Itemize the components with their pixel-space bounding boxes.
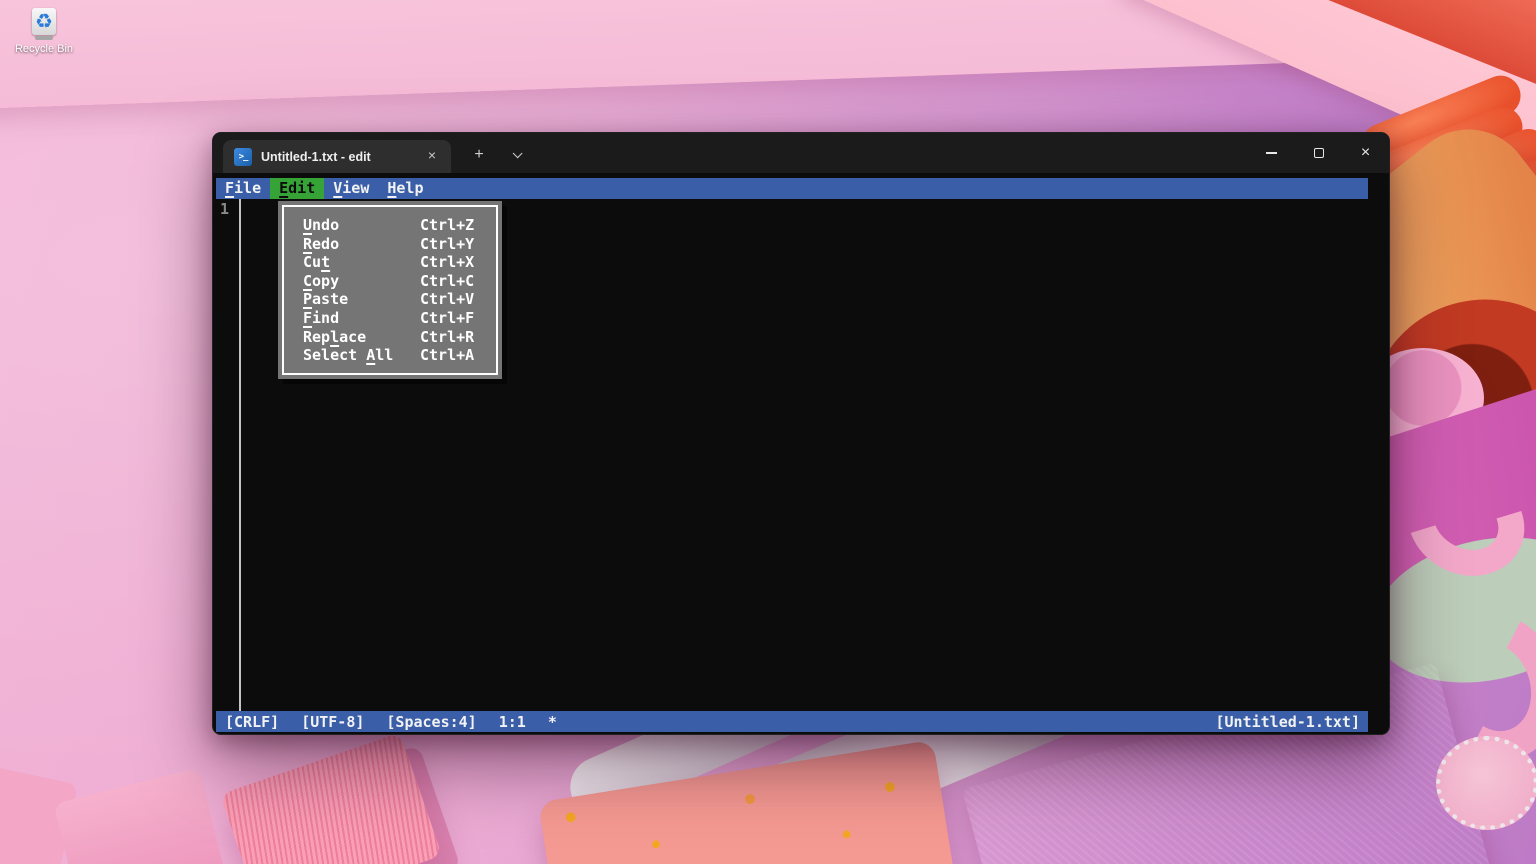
menubar: FileEditViewHelp xyxy=(216,178,1368,199)
chevron-down-icon xyxy=(512,148,522,158)
edit-menu: UndoCtrl+ZRedoCtrl+YCutCtrl+XCopyCtrl+CP… xyxy=(278,201,502,379)
statusbar: [CRLF] [UTF-8] [Spaces:4] 1:1 * [Untitled-1.… xyxy=(216,711,1368,732)
status--utf-8-[interactable]: [UTF-8] xyxy=(301,713,364,731)
edit-menu-item-undo[interactable]: UndoCtrl+Z xyxy=(284,216,496,235)
maximize-button[interactable] xyxy=(1295,133,1342,173)
menu-item-label: Paste xyxy=(303,290,420,309)
edit-menu-item-copy[interactable]: CopyCtrl+C xyxy=(284,272,496,291)
menu-item-shortcut: Ctrl+A xyxy=(420,346,474,365)
menu-item-shortcut: Ctrl+F xyxy=(420,309,474,328)
wallpaper-shape xyxy=(53,768,229,864)
status--: * xyxy=(548,713,557,731)
minimize-icon xyxy=(1266,152,1277,154)
tab-dropdown-button[interactable] xyxy=(501,142,529,168)
new-tab-button[interactable]: + xyxy=(465,142,493,168)
close-button[interactable]: × xyxy=(1342,133,1389,173)
menubar-item-help[interactable]: Help xyxy=(378,178,432,199)
menu-item-label: Undo xyxy=(303,216,420,235)
status--spaces-4-[interactable]: [Spaces:4] xyxy=(386,713,476,731)
status-1-1[interactable]: 1:1 xyxy=(499,713,526,731)
recycle-bin-art: ♻ xyxy=(30,8,58,40)
edit-menu-inner: UndoCtrl+ZRedoCtrl+YCutCtrl+XCopyCtrl+CP… xyxy=(282,205,498,375)
menu-item-shortcut: Ctrl+X xyxy=(420,253,474,272)
powershell-icon: >_ xyxy=(234,148,252,166)
edit-menu-item-cut[interactable]: CutCtrl+X xyxy=(284,253,496,272)
menu-item-shortcut: Ctrl+Y xyxy=(420,235,474,254)
menu-item-shortcut: Ctrl+R xyxy=(420,328,474,347)
statusbar-left: [CRLF] [UTF-8] [Spaces:4] 1:1 * xyxy=(216,713,557,731)
edit-menu-item-redo[interactable]: RedoCtrl+Y xyxy=(284,235,496,254)
recycle-bin-label: Recycle Bin xyxy=(8,43,80,55)
menu-item-label: Redo xyxy=(303,235,420,254)
edit-menu-item-replace[interactable]: ReplaceCtrl+R xyxy=(284,328,496,347)
menu-item-label: Find xyxy=(303,309,420,328)
menu-item-label: Copy xyxy=(303,272,420,291)
edit-menu-item-select-all[interactable]: Select AllCtrl+A xyxy=(284,346,496,365)
bin-base xyxy=(35,36,53,40)
line-number: 1 xyxy=(220,200,229,218)
menubar-item-view[interactable]: View xyxy=(324,178,378,199)
menu-item-label: Select All xyxy=(303,346,420,365)
tab-close-button[interactable]: × xyxy=(421,145,443,167)
terminal-tab[interactable]: >_ Untitled-1.txt - edit × xyxy=(223,140,451,173)
status--crlf-[interactable]: [CRLF] xyxy=(225,713,279,731)
maximize-icon xyxy=(1314,148,1324,158)
menu-item-shortcut: Ctrl+C xyxy=(420,272,474,291)
menu-item-label: Replace xyxy=(303,328,420,347)
wallpaper-shape xyxy=(1436,736,1536,830)
menu-item-shortcut: Ctrl+Z xyxy=(420,216,474,235)
desktop: ♻ Recycle Bin >_ Untitled-1.txt - edit ×… xyxy=(0,0,1536,864)
minimize-button[interactable] xyxy=(1248,133,1295,173)
menubar-item-file[interactable]: File xyxy=(216,178,270,199)
recycle-icon: ♻ xyxy=(30,9,58,35)
menu-item-shortcut: Ctrl+V xyxy=(420,290,474,309)
wallpaper-shape xyxy=(220,733,442,864)
menu-item-label: Cut xyxy=(303,253,420,272)
edit-menu-item-paste[interactable]: PasteCtrl+V xyxy=(284,290,496,309)
menubar-item-edit[interactable]: Edit xyxy=(270,178,324,199)
titlebar[interactable]: >_ Untitled-1.txt - edit × + × xyxy=(213,133,1389,173)
window-controls: × xyxy=(1248,133,1389,173)
tab-title: Untitled-1.txt - edit xyxy=(261,150,371,164)
recycle-bin-icon[interactable]: ♻ Recycle Bin xyxy=(8,8,80,55)
status-filename[interactable]: [Untitled-1.txt] xyxy=(1216,713,1369,731)
gutter-separator xyxy=(239,199,241,711)
edit-menu-item-find[interactable]: FindCtrl+F xyxy=(284,309,496,328)
terminal-window: >_ Untitled-1.txt - edit × + × FileEditV… xyxy=(212,132,1390,735)
